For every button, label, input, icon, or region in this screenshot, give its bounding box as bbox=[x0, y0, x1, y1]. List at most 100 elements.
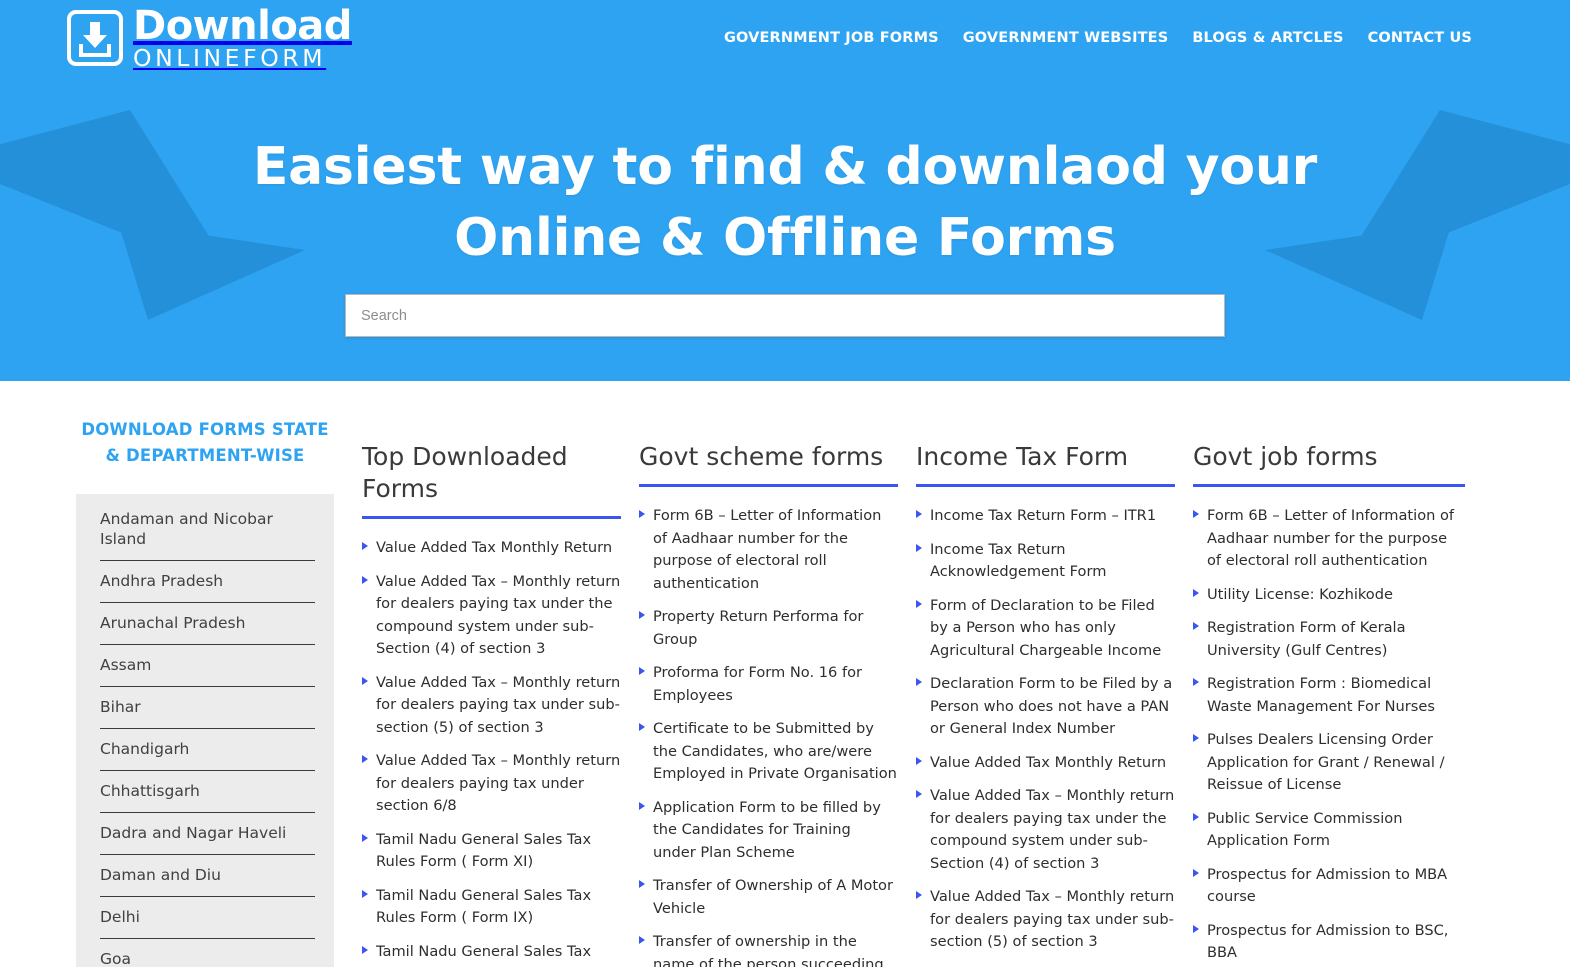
form-link-label: Prospectus for Admission to BSC, BBA bbox=[1207, 921, 1449, 962]
state-sidebar: DOWNLOAD FORMS STATE & DEPARTMENT-WISE A… bbox=[76, 381, 334, 967]
hero-heading: Easiest way to find & downlaod your Onli… bbox=[0, 132, 1570, 274]
list-item[interactable]: Prospectus for Admission to BSC, BBA bbox=[1193, 920, 1465, 965]
form-link-list: Form 6B – Letter of Information of Aadha… bbox=[639, 505, 898, 967]
nav-item-contact-us[interactable]: CONTACT US bbox=[1368, 30, 1472, 46]
list-item[interactable]: Proforma for Form No. 16 for Employees bbox=[639, 662, 898, 707]
sidebar-item-daman-and-diu[interactable]: Daman and Diu bbox=[76, 855, 334, 897]
list-item[interactable]: Value Added Tax Monthly Return bbox=[916, 752, 1175, 775]
list-item[interactable]: Certificate to be Submitted by the Candi… bbox=[639, 718, 898, 786]
form-link-label: Form 6B – Letter of Information of Aadha… bbox=[1207, 507, 1455, 569]
arrow-right-icon bbox=[1193, 924, 1199, 933]
hero-heading-line-1: Easiest way to find & downlaod your bbox=[252, 137, 1318, 197]
state-label: Arunachal Pradesh bbox=[100, 603, 315, 645]
form-link-label: Value Added Tax – Monthly return for dea… bbox=[930, 787, 1175, 872]
column-heading: Govt scheme forms bbox=[639, 441, 898, 487]
arrow-right-icon bbox=[639, 667, 645, 675]
form-link-label: Transfer of Ownership of A Motor Vehicle bbox=[653, 877, 893, 917]
form-columns: Top Downloaded Forms Value Added Tax Mon… bbox=[334, 381, 1570, 967]
arrow-right-icon bbox=[1193, 812, 1199, 821]
sidebar-item-arunachal-pradesh[interactable]: Arunachal Pradesh bbox=[76, 603, 334, 645]
arrow-right-icon bbox=[639, 510, 645, 518]
arrow-right-icon bbox=[916, 891, 922, 899]
nav-item-government-job-forms[interactable]: GOVERNMENT JOB FORMS bbox=[724, 30, 939, 46]
sidebar-item-chandigarh[interactable]: Chandigarh bbox=[76, 729, 334, 771]
sidebar-item-goa[interactable]: Goa bbox=[76, 939, 334, 967]
form-link-label: Registration Form : Biomedical Waste Man… bbox=[1207, 675, 1435, 715]
sidebar-item-dadra-and-nagar-haveli[interactable]: Dadra and Nagar Haveli bbox=[76, 813, 334, 855]
list-item[interactable]: Application Form to be filled by the Can… bbox=[639, 797, 898, 865]
form-link-label: Value Added Tax – Monthly return for dea… bbox=[376, 572, 621, 658]
column-top-downloaded-forms: Top Downloaded Forms Value Added Tax Mon… bbox=[362, 441, 639, 967]
list-item[interactable]: Value Added Tax – Monthly return for dea… bbox=[916, 886, 1175, 954]
sidebar-item-chhattisgarh[interactable]: Chhattisgarh bbox=[76, 771, 334, 813]
list-item[interactable]: Value Added Tax – Monthly return for dea… bbox=[362, 750, 621, 818]
list-item[interactable]: Value Added Tax Monthly Return bbox=[362, 537, 621, 560]
search-row bbox=[0, 294, 1570, 337]
arrow-right-icon bbox=[1193, 622, 1199, 630]
arrow-right-icon bbox=[362, 889, 368, 898]
list-item[interactable]: Tamil Nadu General Sales Tax Rules Form … bbox=[362, 941, 621, 967]
sidebar-title: DOWNLOAD FORMS STATE & DEPARTMENT-WISE bbox=[81, 420, 329, 465]
form-link-label: Registration Form of Kerala University (… bbox=[1207, 619, 1406, 659]
sidebar-item-andaman-and-nicobar-island[interactable]: Andaman and Nicobar Island bbox=[76, 509, 334, 561]
list-item[interactable]: Registration Form : Biomedical Waste Man… bbox=[1193, 673, 1465, 718]
list-item[interactable]: Prospectus for Admission to MBA course bbox=[1193, 864, 1465, 909]
list-item[interactable]: Income Tax Return Acknowledgement Form bbox=[916, 539, 1175, 584]
arrow-right-icon bbox=[1193, 734, 1199, 742]
list-item[interactable]: Pulses Dealers Licensing Order Applicati… bbox=[1193, 729, 1465, 797]
list-item[interactable]: Value Added Tax – Monthly return for dea… bbox=[916, 785, 1175, 875]
arrow-right-icon bbox=[1193, 868, 1199, 877]
site-logo[interactable]: Download ONLINEFORM bbox=[66, 6, 352, 71]
arrow-right-icon bbox=[916, 510, 922, 518]
form-link-list: Value Added Tax Monthly Return Value Add… bbox=[362, 537, 621, 967]
hero-content: Easiest way to find & downlaod your Onli… bbox=[0, 76, 1570, 337]
list-item[interactable]: Declaration Form to be Filed by a Person… bbox=[916, 673, 1175, 741]
form-link-label: Income Tax Return Form – ITR1 bbox=[930, 507, 1157, 524]
arrow-right-icon bbox=[362, 676, 368, 685]
list-item[interactable]: Income Tax Return Form – ITR1 bbox=[916, 505, 1175, 528]
form-link-list: Income Tax Return Form – ITR1 Income Tax… bbox=[916, 505, 1175, 954]
nav-item-blogs-articles[interactable]: BLOGS & ARTCLES bbox=[1192, 30, 1343, 46]
list-item[interactable]: Utility License: Kozhikode bbox=[1193, 584, 1465, 607]
arrow-right-icon bbox=[362, 755, 368, 763]
arrow-right-icon bbox=[639, 723, 645, 731]
search-input[interactable] bbox=[345, 294, 1225, 337]
column-income-tax-form: Income Tax Form Income Tax Return Form –… bbox=[916, 441, 1193, 967]
list-item[interactable]: Registration Form of Kerala University (… bbox=[1193, 617, 1465, 662]
list-item[interactable]: Property Return Performa for Group bbox=[639, 606, 898, 651]
nav-item-government-websites[interactable]: GOVERNMENT WEBSITES bbox=[963, 30, 1169, 46]
main-navigation: GOVERNMENT JOB FORMS GOVERNMENT WEBSITES… bbox=[724, 30, 1472, 46]
sidebar-item-bihar[interactable]: Bihar bbox=[76, 687, 334, 729]
list-item[interactable]: Form 6B – Letter of Information of Aadha… bbox=[639, 505, 898, 595]
state-label: Dadra and Nagar Haveli bbox=[100, 813, 315, 855]
list-item[interactable]: Tamil Nadu General Sales Tax Rules Form … bbox=[362, 829, 621, 874]
arrow-right-icon bbox=[362, 833, 368, 842]
list-item[interactable]: Value Added Tax – Monthly return for dea… bbox=[362, 672, 621, 740]
sidebar-item-andhra-pradesh[interactable]: Andhra Pradesh bbox=[76, 561, 334, 603]
arrow-right-icon bbox=[916, 790, 922, 798]
list-item[interactable]: Transfer of Ownership of A Motor Vehicle bbox=[639, 875, 898, 920]
list-item[interactable]: Public Service Commission Application Fo… bbox=[1193, 808, 1465, 853]
list-item[interactable]: Form 6B – Letter of Information of Aadha… bbox=[1193, 505, 1465, 573]
sidebar-item-delhi[interactable]: Delhi bbox=[76, 897, 334, 939]
arrow-right-icon bbox=[916, 599, 922, 608]
form-link-label: Declaration Form to be Filed by a Person… bbox=[930, 675, 1173, 737]
form-link-label: Pulses Dealers Licensing Order Applicati… bbox=[1207, 731, 1445, 793]
list-item[interactable]: Value Added Tax – Monthly return for dea… bbox=[362, 571, 621, 661]
state-label: Goa bbox=[100, 939, 315, 967]
form-link-label: Value Added Tax – Monthly return for dea… bbox=[376, 673, 621, 736]
arrow-right-icon bbox=[1193, 588, 1199, 597]
form-link-label: Prospectus for Admission to MBA course bbox=[1207, 865, 1448, 906]
sidebar-item-assam[interactable]: Assam bbox=[76, 645, 334, 687]
list-item[interactable]: Form of Declaration to be Filed by a Per… bbox=[916, 595, 1175, 663]
form-link-label: Tamil Nadu General Sales Tax Rules Form … bbox=[376, 886, 592, 927]
list-item[interactable]: Tamil Nadu General Sales Tax Rules Form … bbox=[362, 885, 621, 930]
list-item[interactable]: Transfer of ownership in the name of the… bbox=[639, 931, 898, 967]
form-link-label: Tamil Nadu General Sales Tax Rules Form … bbox=[376, 942, 607, 967]
page-content: DOWNLOAD FORMS STATE & DEPARTMENT-WISE A… bbox=[0, 381, 1570, 967]
form-link-label: Certificate to be Submitted by the Candi… bbox=[653, 720, 897, 782]
state-label: Assam bbox=[100, 645, 315, 687]
arrow-right-icon bbox=[639, 936, 645, 944]
arrow-right-icon bbox=[362, 542, 368, 550]
download-box-icon bbox=[67, 10, 123, 66]
